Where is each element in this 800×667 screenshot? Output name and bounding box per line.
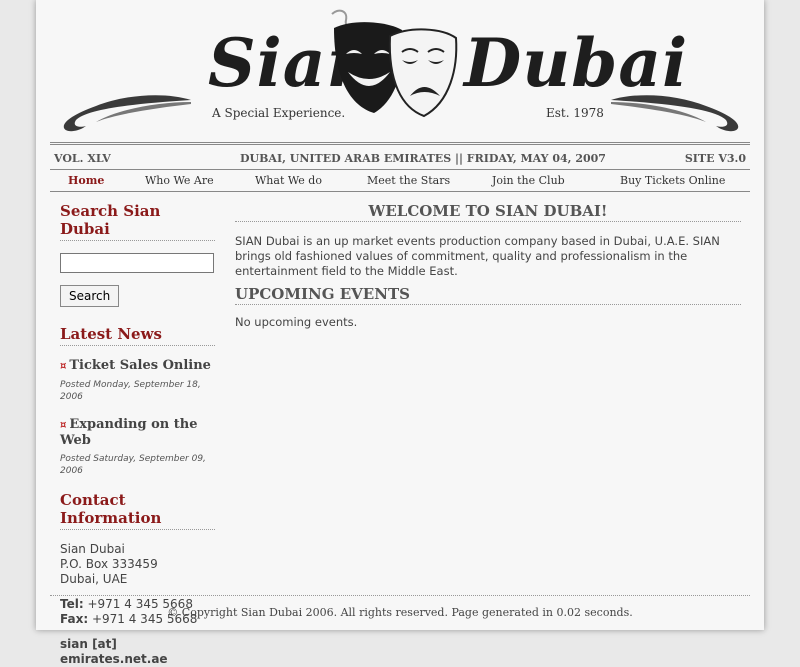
nav-item-join-the-club[interactable]: Join the Club <box>492 174 565 187</box>
established-year: Est. 1978 <box>546 106 604 120</box>
upcoming-events-title: UPCOMING EVENTS <box>235 285 741 305</box>
news-item-date: Posted Monday, September 18, 2006 <box>60 380 201 402</box>
volume-label: VOL. XLV <box>54 152 111 165</box>
nav-item-what-we-do[interactable]: What We do <box>255 174 322 187</box>
contact-address-line: Sian Dubai <box>60 542 125 556</box>
dateline: DUBAI, UNITED ARAB EMIRATES || FRIDAY, M… <box>240 152 606 165</box>
site-header: Sian Dubai A Special Experience. Est. 19… <box>36 0 764 140</box>
footer: © Copyright Sian Dubai 2006. All rights … <box>50 595 750 622</box>
contact-address-line: Dubai, UAE <box>60 572 128 586</box>
info-bar: VOL. XLV DUBAI, UNITED ARAB EMIRATES || … <box>50 142 750 170</box>
logo-text-right: Dubai <box>464 24 689 102</box>
welcome-title: WELCOME TO SIAN DUBAI! <box>235 202 741 222</box>
nav-item-who-we-are[interactable]: Who We Are <box>145 174 214 187</box>
copyright-text: © Copyright Sian Dubai 2006. All rights … <box>167 606 633 619</box>
site-version: SITE V3.0 <box>684 152 746 165</box>
intro-paragraph: SIAN Dubai is an up market events produc… <box>235 234 720 278</box>
latest-news-heading: Latest News <box>60 325 215 346</box>
main-content: WELCOME TO SIAN DUBAI! SIAN Dubai is an … <box>235 202 741 329</box>
contact-email: sian [at] emirates.net.ae <box>60 637 168 666</box>
nav-item-buy-tickets[interactable]: Buy Tickets Online <box>620 174 725 187</box>
news-title-text[interactable]: Expanding on the Web <box>60 417 197 448</box>
search-button[interactable]: Search <box>60 285 120 307</box>
page-container: Sian Dubai A Special Experience. Est. 19… <box>36 0 764 666</box>
main-nav: Home Who We Are What We do Meet the Star… <box>50 169 750 192</box>
news-item-title[interactable]: ¤ Ticket Sales Online <box>60 358 215 374</box>
news-title-text[interactable]: Ticket Sales Online <box>69 358 211 373</box>
news-item-date: Posted Saturday, September 09, 2006 <box>60 454 206 476</box>
no-events-message: No upcoming events. <box>235 315 358 329</box>
search-input[interactable] <box>60 253 214 273</box>
bullet-icon: ¤ <box>60 361 67 372</box>
nav-item-home[interactable]: Home <box>68 174 104 187</box>
nav-item-meet-the-stars[interactable]: Meet the Stars <box>367 174 450 187</box>
news-item-title[interactable]: ¤ Expanding on the Web <box>60 417 215 448</box>
search-heading: Search Sian Dubai <box>60 202 215 241</box>
tagline: A Special Experience. <box>212 106 346 120</box>
contact-address-line: P.O. Box 333459 <box>60 557 158 571</box>
bullet-icon: ¤ <box>60 420 67 431</box>
left-scroll-ornament <box>63 95 191 132</box>
contact-heading: Contact Information <box>60 491 215 530</box>
